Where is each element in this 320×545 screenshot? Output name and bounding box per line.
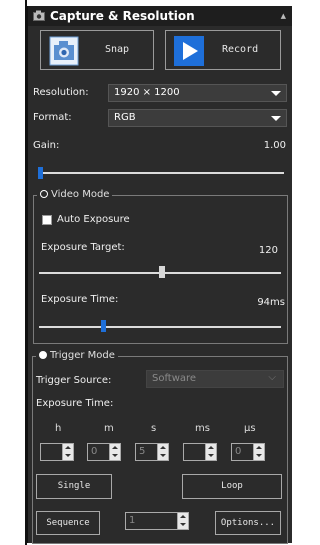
unit-s: s xyxy=(151,423,157,434)
options-button[interactable]: Options... xyxy=(215,511,281,535)
play-icon xyxy=(174,36,204,66)
spinbox-hours[interactable] xyxy=(40,443,74,461)
spin-up-icon[interactable] xyxy=(157,444,168,452)
loop-button[interactable]: Loop xyxy=(182,474,282,499)
format-label: Format: xyxy=(33,112,72,123)
spinbox-microseconds-value: 0 xyxy=(235,446,242,457)
collapse-arrow-icon[interactable]: ▲ xyxy=(281,12,286,20)
spinbox-milliseconds[interactable] xyxy=(183,443,217,461)
sequence-button[interactable]: Sequence xyxy=(36,511,100,535)
record-button[interactable]: Record xyxy=(165,30,281,70)
chevron-down-icon xyxy=(271,116,281,121)
gain-value: 1.00 xyxy=(263,140,286,151)
spin-up-icon[interactable] xyxy=(177,513,188,521)
spinbox-microseconds[interactable]: 0 xyxy=(231,443,265,461)
exposure-time-slider-track[interactable] xyxy=(39,326,281,328)
exposure-time-slider-handle[interactable] xyxy=(101,320,106,332)
spin-up-icon[interactable] xyxy=(109,444,120,452)
format-select[interactable]: RGB xyxy=(108,109,287,127)
exposure-target-value: 120 xyxy=(258,245,278,256)
panel-title: Capture & Resolution xyxy=(50,9,195,23)
snapshot-icon xyxy=(49,36,79,66)
spinbox-minutes-value: 0 xyxy=(91,446,98,457)
unit-us: µs xyxy=(244,423,256,434)
gain-slider-handle[interactable] xyxy=(38,167,43,179)
resolution-select[interactable]: 1920 × 1200 xyxy=(108,84,287,102)
sequence-label: Sequence xyxy=(46,518,90,528)
unit-ms: ms xyxy=(195,423,210,434)
exposure-time-value: 94ms xyxy=(257,297,285,308)
spin-down-icon[interactable] xyxy=(177,521,188,529)
video-mode-title[interactable]: Video Mode xyxy=(37,189,113,200)
capture-resolution-panel: Capture & Resolution ▲ Snap Record Resol… xyxy=(27,6,292,544)
spinbox-seconds-value: 5 xyxy=(139,446,146,457)
exposure-target-label: Exposure Target: xyxy=(41,242,125,253)
spin-down-icon[interactable] xyxy=(253,452,264,460)
trigger-mode-title[interactable]: Trigger Mode xyxy=(36,350,118,361)
snap-button[interactable]: Snap xyxy=(40,30,154,70)
exposure-time-label: Exposure Time: xyxy=(41,294,119,305)
spin-down-icon[interactable] xyxy=(205,452,216,460)
single-label: Single xyxy=(57,481,91,491)
trigger-mode-label: Trigger Mode xyxy=(50,350,115,361)
trigger-source-label: Trigger Source: xyxy=(36,375,112,386)
spin-down-icon[interactable] xyxy=(62,452,73,460)
options-label: Options... xyxy=(220,518,276,528)
record-label: Record xyxy=(222,44,259,55)
sequence-count-value: 1 xyxy=(129,515,136,526)
resolution-label: Resolution: xyxy=(33,87,89,98)
chevron-down-icon: ⌵ xyxy=(268,372,276,383)
gain-slider-track[interactable] xyxy=(39,172,284,174)
trigger-exposure-time-label: Exposure Time: xyxy=(36,398,114,409)
video-mode-radio[interactable] xyxy=(40,190,48,198)
single-button[interactable]: Single xyxy=(36,474,112,499)
unit-h: h xyxy=(55,423,62,434)
spin-down-icon[interactable] xyxy=(157,452,168,460)
spinbox-seconds[interactable]: 5 xyxy=(135,443,169,461)
spin-down-icon[interactable] xyxy=(109,452,120,460)
video-mode-label: Video Mode xyxy=(51,189,110,200)
auto-exposure-checkbox[interactable] xyxy=(42,215,52,225)
spin-up-icon[interactable] xyxy=(205,444,216,452)
sequence-count-spinbox[interactable]: 1 xyxy=(125,512,189,530)
unit-m: m xyxy=(104,423,114,434)
spin-up-icon[interactable] xyxy=(62,444,73,452)
chevron-down-icon xyxy=(271,91,281,96)
auto-exposure-label: Auto Exposure xyxy=(57,214,130,225)
spin-up-icon[interactable] xyxy=(253,444,264,452)
loop-label: Loop xyxy=(221,481,243,491)
trigger-source-select[interactable]: Software ⌵ xyxy=(146,370,284,388)
resolution-value: 1920 × 1200 xyxy=(114,87,180,98)
gain-label: Gain: xyxy=(33,140,60,151)
camera-icon xyxy=(33,10,45,21)
panel-titlebar[interactable]: Capture & Resolution ▲ xyxy=(28,6,292,26)
snap-label: Snap xyxy=(105,44,130,55)
format-value: RGB xyxy=(114,112,136,123)
spinbox-minutes[interactable]: 0 xyxy=(87,443,121,461)
trigger-mode-radio[interactable] xyxy=(39,351,47,359)
trigger-source-value: Software xyxy=(152,373,197,384)
exposure-target-slider-handle[interactable] xyxy=(159,266,165,278)
